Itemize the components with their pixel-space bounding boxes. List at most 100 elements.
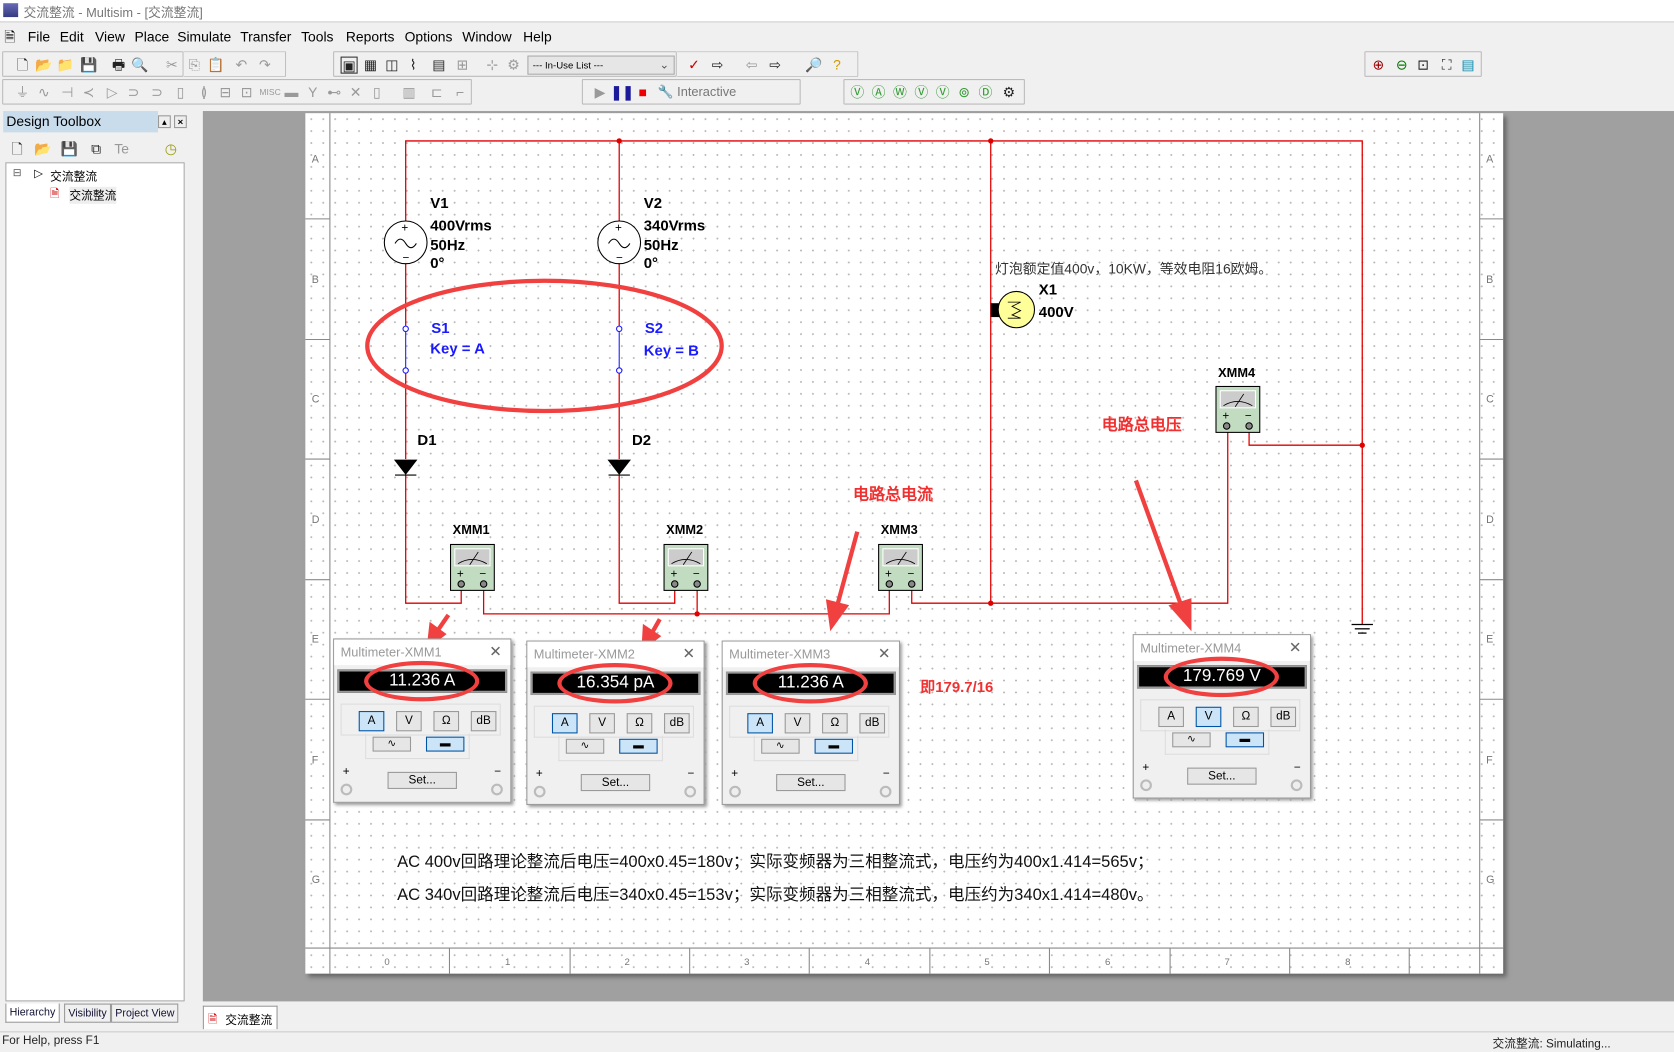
multimeter-symbol-xmm1[interactable]: + − [449,543,495,591]
set-button[interactable]: Set... [580,774,651,792]
sine-wave-icon: ∿ [775,739,785,752]
ac-button[interactable]: ∿ [761,738,800,754]
coupling-buttons: ∿ ▬ [558,735,663,762]
close-icon[interactable]: ✕ [878,645,891,663]
v2-phase: 0° [644,255,658,272]
diode-d1-icon[interactable] [393,459,418,476]
negative-terminal[interactable] [1290,779,1303,792]
xmm2-label: XMM2 [666,522,703,537]
svg-text:+: + [457,568,464,581]
minus-label: − [882,767,890,781]
sheet-border [305,113,1504,974]
mode-button-v[interactable]: V [1195,706,1222,728]
xmm3-label: XMM3 [881,522,918,537]
close-icon[interactable]: ✕ [489,643,502,661]
ac-button[interactable]: ∿ [372,736,412,752]
close-icon[interactable]: ✕ [682,645,695,663]
multimeter-window-xmm1: Multimeter-XMM1 ✕ 11.236 A A V ΩdB ∿ ▬ + −… [333,638,512,803]
s2-name: S2 [645,320,663,337]
switch-s2-icon[interactable] [616,325,623,374]
set-button[interactable]: Set... [1187,767,1257,785]
row-label: C [1486,393,1494,405]
ac-button[interactable]: ∿ [1172,732,1211,748]
positive-terminal[interactable] [1140,779,1152,792]
multimeter-window-xmm3: Multimeter-XMM3 ✕ 11.236 A A V ΩdB ∿ ▬ + −… [721,640,900,805]
negative-terminal[interactable] [491,783,503,796]
arrow-xmm3 [834,531,860,607]
multimeter-symbol-xmm3[interactable]: + − [878,543,923,591]
total-voltage-label: 电路总电压 [1102,415,1182,434]
coupling-buttons: ∿ ▬ [1164,729,1270,755]
row-label: D [312,514,320,526]
mode-button-a[interactable]: A [551,713,578,734]
dc-button[interactable]: ▬ [814,738,854,754]
svg-text:+: + [885,568,892,581]
mode-button-v[interactable]: V [589,713,615,734]
row-label: C [312,393,320,405]
mode-button-db[interactable]: dB [470,711,497,732]
mode-button-v[interactable]: V [784,713,811,734]
lamp-note: 灯泡额定值400v，10KW，等效电阻16欧姆。 [995,260,1272,276]
v2-name: V2 [644,195,662,212]
positive-terminal[interactable] [340,783,353,796]
ac-source-v2-icon[interactable]: +− [597,220,642,265]
mode-button-v[interactable]: V [396,711,422,732]
mode-buttons: A V ΩdB [533,705,694,738]
mode-button-ohm[interactable]: Ω [626,713,653,734]
multimeter-symbol-xmm4[interactable]: + − [1215,385,1261,433]
status-bar: For Help, press F1 交流整流: Simulating... [0,1031,1674,1051]
switch-s1-icon[interactable] [402,325,409,374]
set-button[interactable]: Set... [387,771,457,789]
minus-label: − [1293,761,1301,775]
highlight-ellipse [752,662,868,704]
svg-text:−: − [693,568,700,581]
mode-button-db[interactable]: dB [1270,706,1297,728]
row-label: A [312,153,320,165]
plus-label: + [731,767,739,781]
mode-button-a[interactable]: A [747,713,773,734]
row-label: F [1486,754,1493,766]
row-label: D [1486,514,1494,526]
negative-terminal[interactable] [879,785,892,798]
col-label: 1 [505,957,510,968]
mode-button-a[interactable]: A [1158,706,1184,728]
dc-button[interactable]: ▬ [1225,732,1265,748]
plus-label: + [535,767,543,781]
mode-button-ohm[interactable]: Ω [1233,706,1259,728]
positive-terminal[interactable] [729,785,741,798]
mode-button-db[interactable]: dB [859,713,886,734]
coupling-buttons: ∿ ▬ [365,733,470,760]
positive-terminal[interactable] [533,785,546,798]
col-label: 2 [625,957,630,968]
mode-button-a[interactable]: A [358,711,385,732]
multimeter-symbol-xmm2[interactable]: + − [663,543,709,591]
mode-button-ohm[interactable]: Ω [433,711,460,732]
mode-button-ohm[interactable]: Ω [822,713,848,734]
xmm4-label: XMM4 [1218,365,1256,380]
lamp-x1-icon[interactable] [990,290,1036,329]
diode-d2-icon[interactable] [607,459,631,476]
ac-source-v1-icon[interactable]: +− [383,220,428,265]
negative-terminal[interactable] [684,785,697,798]
close-icon[interactable]: ✕ [1289,638,1302,656]
col-label: 4 [865,957,871,968]
tab-schematic[interactable]: 🗎 交流整流 [202,1005,278,1030]
row-label: B [312,274,319,286]
coupling-buttons: ∿ ▬ [753,735,859,762]
s1-key: Key = A [430,340,485,357]
minus-label: − [687,767,695,781]
dc-button[interactable]: ▬ [425,736,465,752]
s1-name: S1 [431,320,449,337]
mode-button-db[interactable]: dB [664,713,690,734]
note-line-1: AC 400v回路理论整流后电压=400x0.45=180v；实际变频器为三相整… [397,853,1154,872]
plus-label: + [1142,761,1150,775]
svg-text:−: − [1245,410,1252,423]
set-button[interactable]: Set... [776,774,846,792]
ac-button[interactable]: ∿ [565,738,605,754]
dc-button[interactable]: ▬ [619,738,658,754]
row-label: B [1486,274,1493,286]
col-label: 6 [1105,957,1110,968]
row-label: G [312,874,320,886]
row-label: F [312,754,319,766]
dc-line-icon: ▬ [633,739,644,752]
